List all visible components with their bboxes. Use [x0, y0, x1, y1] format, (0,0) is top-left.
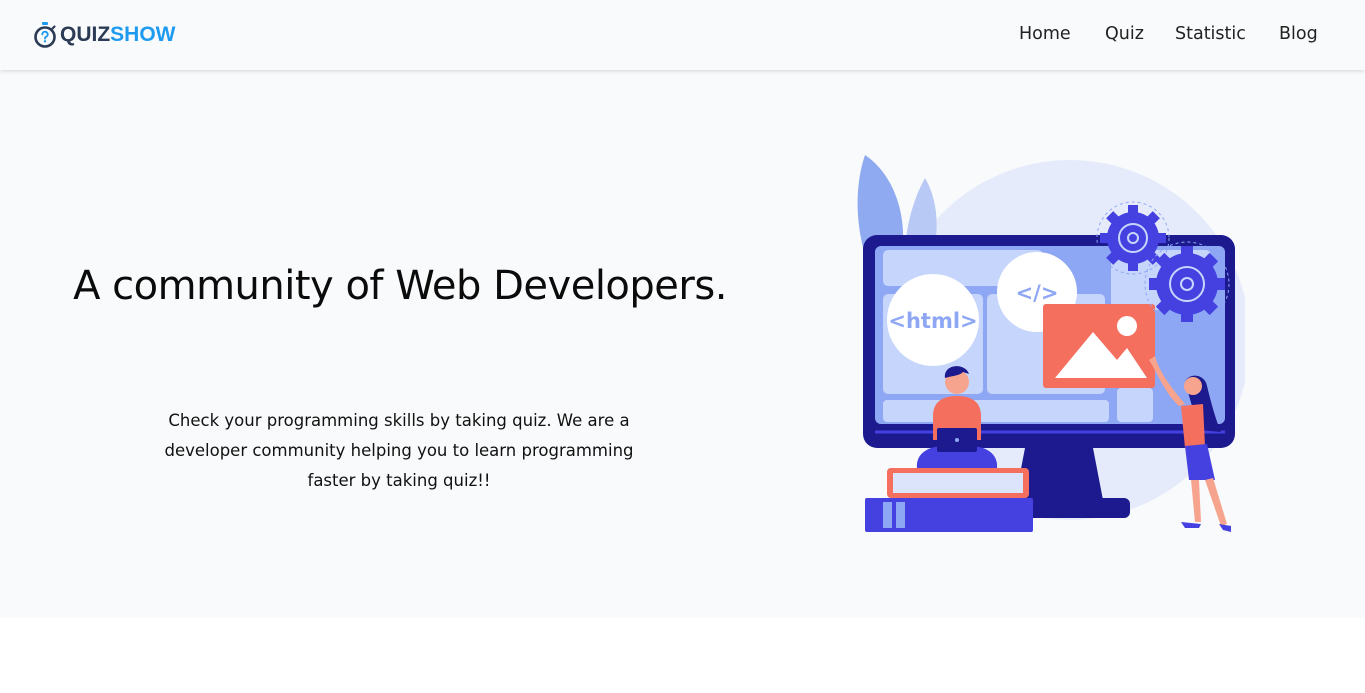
- nav-home[interactable]: Home: [1019, 24, 1071, 44]
- hero-title: A community of Web Developers.: [73, 263, 727, 309]
- navbar: QUIZSHOW Home Quiz Statistic Blog: [0, 0, 1365, 70]
- hero-subtitle: Check your programming skills by taking …: [164, 411, 634, 490]
- brand-name: QUIZSHOW: [60, 23, 176, 46]
- html-tag-label: <html>: [888, 309, 977, 333]
- stopwatch-question-icon: [34, 22, 56, 48]
- nav-blog[interactable]: Blog: [1279, 24, 1318, 44]
- nav-statistic[interactable]: Statistic: [1175, 24, 1246, 44]
- code-tag-label: </>: [1016, 281, 1059, 305]
- gear-icon: [1144, 241, 1230, 327]
- developer-community-illustration: <html> </>: [857, 155, 1245, 532]
- nav-quiz[interactable]: Quiz: [1105, 24, 1144, 44]
- brand-logo[interactable]: QUIZSHOW: [33, 20, 176, 50]
